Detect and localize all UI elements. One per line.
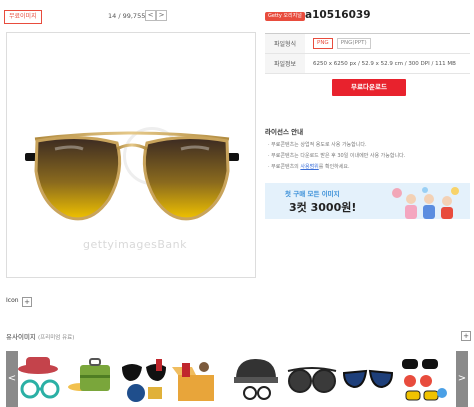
- format-options: PNG PNG(PPT): [305, 38, 375, 49]
- license-line-3-suffix: 를 확인하세요.: [318, 164, 350, 170]
- file-type-label: 파일형식: [265, 34, 305, 53]
- prev-button[interactable]: <: [145, 10, 156, 21]
- promo-banner[interactable]: 첫 구매 모든 이미지 3컷 3000원!: [265, 183, 470, 219]
- file-info-row: 파일정보 6250 x 6250 px / 52.9 x 52.9 cm / 3…: [265, 54, 470, 74]
- banner-line-1: 첫 구매 모든 이미지: [285, 190, 340, 198]
- thumb-box-items[interactable]: [170, 353, 222, 405]
- icon-expand-button[interactable]: +: [22, 297, 32, 307]
- format-png[interactable]: PNG: [313, 38, 333, 49]
- similar-title-text: 유사이미지: [6, 333, 36, 341]
- thumb-round-sunglasses[interactable]: [286, 353, 338, 405]
- file-info-value: 6250 x 6250 px / 52.9 x 52.9 cm / 300 DP…: [313, 60, 456, 67]
- thumb-hat-glasses[interactable]: [14, 353, 66, 405]
- license-title: 라이선스 안내: [265, 128, 304, 136]
- license-line-3-prefix: · 무료콘텐츠의: [268, 164, 299, 170]
- free-image-tag-button[interactable]: 무료이미지: [4, 10, 42, 24]
- banner-people-illustration: [392, 187, 459, 219]
- next-button[interactable]: >: [156, 10, 167, 21]
- file-type-row: 파일형식 PNG PNG(PPT): [265, 34, 470, 54]
- thumb-beanie-glasses[interactable]: [230, 353, 282, 405]
- similar-subtitle: (프리미엄 유료): [37, 335, 75, 341]
- icon-category-label: Icon: [6, 297, 19, 304]
- usage-scope-link[interactable]: 사용범위: [300, 164, 318, 170]
- thumb-sunglasses-lipstick[interactable]: [118, 353, 170, 405]
- license-line-2: · 무료콘텐츠는 다운로드 받은 후 30일 이내에만 사용 가능합니다.: [268, 153, 406, 159]
- thumb-sunglasses-set[interactable]: [398, 353, 450, 405]
- original-badge: Getty 오리지널: [265, 12, 305, 21]
- image-counter: 14 / 99,755: [108, 12, 146, 20]
- free-download-button[interactable]: 무료다운로드: [332, 79, 406, 96]
- watermark-text: gettyimagesBank: [83, 238, 188, 251]
- image-code: a10516039: [305, 9, 371, 21]
- strip-next-arrow[interactable]: >: [456, 351, 468, 407]
- thumb-cateye-sunglasses[interactable]: [342, 353, 394, 405]
- similar-images-strip: < >: [0, 351, 474, 407]
- sunglasses-image: [25, 131, 239, 221]
- similar-images-title: 유사이미지 (프리미엄 유료): [6, 331, 74, 341]
- file-info-label: 파일정보: [265, 54, 305, 73]
- file-info-table: 파일형식 PNG PNG(PPT) 파일정보 6250 x 6250 px / …: [265, 33, 470, 74]
- image-preview[interactable]: gettyimagesBank: [6, 32, 256, 278]
- similar-more-button[interactable]: +: [461, 331, 471, 341]
- license-line-1: · 무료콘텐츠는 상업적 용도로 사용 가능합니다.: [268, 142, 367, 148]
- banner-line-2: 3컷 3000원!: [289, 201, 357, 214]
- license-line-3: · 무료콘텐츠의 사용범위를 확인하세요.: [268, 163, 350, 170]
- thumb-suitcase[interactable]: [66, 353, 118, 405]
- format-png-ppt[interactable]: PNG(PPT): [336, 38, 371, 49]
